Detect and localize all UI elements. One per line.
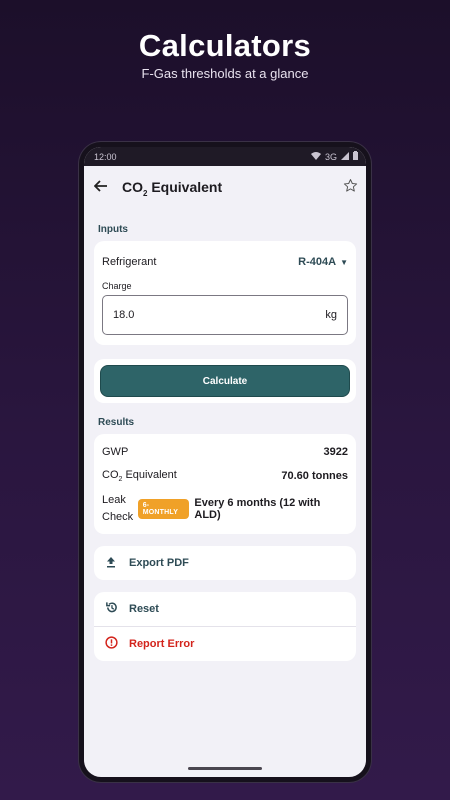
upload-icon [104,556,118,571]
wifi-icon [310,151,321,162]
back-arrow-icon[interactable] [93,179,118,197]
charge-label: Charge [102,281,132,291]
charge-value: 18.0 [113,309,135,321]
refrigerant-dropdown[interactable]: R-404A ▼ [298,256,348,268]
reset-label: Reset [129,603,159,615]
leak-check-row: Leak Check 6-MONTHLY Every 6 months (12 … [102,492,348,526]
leak-check-label: Leak Check [102,494,134,523]
promo-subtitle: F-Gas thresholds at a glance [141,66,309,81]
leak-check-value: Every 6 months (12 with ALD) [194,497,321,521]
phone-frame: 12:00 3G CO2 Equivalent Inputs Refrigera… [79,142,371,782]
status-time: 12:00 [94,151,117,162]
actions-card: Reset Report Error [94,592,356,661]
home-indicator[interactable] [188,767,262,770]
promo-title: Calculators [138,28,312,63]
co2-row: CO2 Equivalent 70.60 tonnes [102,464,348,488]
export-card: Export PDF [94,546,356,580]
gwp-value: 3922 [323,446,348,458]
calculate-button[interactable]: Calculate [100,365,350,397]
status-bar: 12:00 3G [84,147,366,166]
report-error-button[interactable]: Report Error [94,627,356,661]
gwp-row: GWP 3922 [102,440,348,464]
inputs-section-label: Inputs [98,224,128,235]
charge-input[interactable]: 18.0 kg [102,295,348,335]
results-card: GWP 3922 CO2 Equivalent 70.60 tonnes Lea… [94,434,356,534]
error-icon [104,636,118,652]
calculate-card: Calculate [94,359,356,403]
export-pdf-button[interactable]: Export PDF [94,546,356,580]
signal-icon [341,151,349,162]
refrigerant-row[interactable]: Refrigerant R-404A ▼ [102,251,348,273]
co2-value: 70.60 tonnes [281,470,348,482]
co2-label: CO2 Equivalent [102,468,177,484]
page-title: CO2 Equivalent [122,178,223,198]
refrigerant-value: R-404A [298,256,337,268]
battery-icon [353,151,358,162]
star-icon[interactable] [343,178,358,198]
report-error-label: Report Error [129,638,195,650]
app-screen: 12:00 3G CO2 Equivalent Inputs Refrigera… [84,147,366,777]
app-bar: CO2 Equivalent [84,166,366,210]
network-type: 3G [324,151,337,162]
export-pdf-label: Export PDF [129,557,189,569]
caret-down-icon: ▼ [340,257,348,267]
gwp-label: GWP [102,446,129,458]
results-section-label: Results [98,417,135,428]
refrigerant-label: Refrigerant [102,256,157,268]
charge-unit: kg [325,309,337,321]
reset-button[interactable]: Reset [94,592,356,626]
leak-check-badge: 6-MONTHLY [137,499,190,519]
history-icon [104,601,118,617]
inputs-card: Refrigerant R-404A ▼ Charge 18.0 kg [94,241,356,345]
